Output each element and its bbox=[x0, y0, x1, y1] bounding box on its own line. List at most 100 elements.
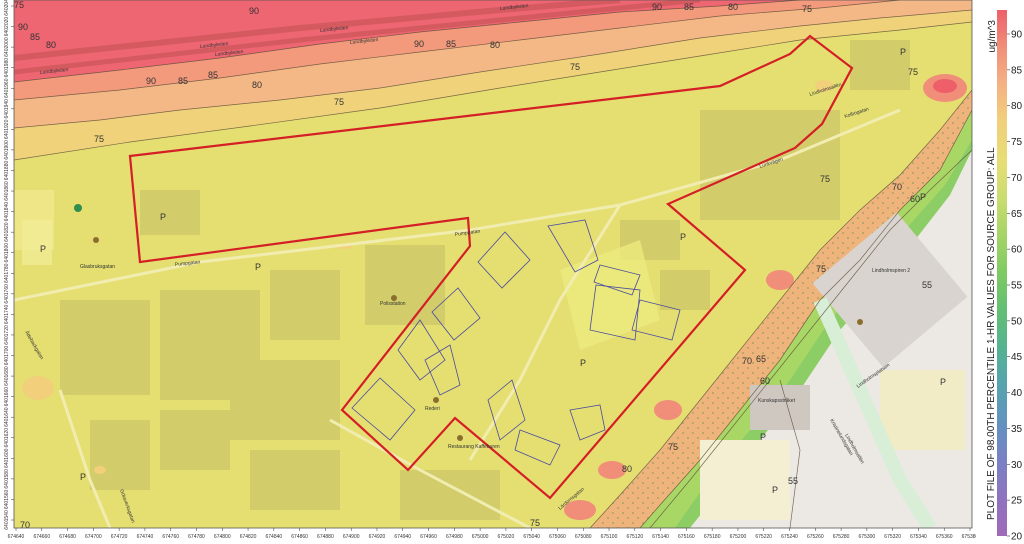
parking-marker: P bbox=[760, 432, 766, 442]
contour-label: 70 bbox=[892, 182, 902, 192]
x-tick-label: 674640 bbox=[8, 534, 25, 540]
contour-label: 80 bbox=[252, 80, 262, 90]
y-tick-label: 6401920 bbox=[4, 119, 10, 139]
x-tick-label: 674820 bbox=[240, 534, 257, 540]
poi-icon bbox=[433, 397, 439, 403]
x-tick-label: 675000 bbox=[472, 534, 489, 540]
legend-tick-label: 65 bbox=[1011, 209, 1023, 220]
legend-tick-label: 75 bbox=[1011, 137, 1023, 148]
y-tick-label: 6401960 bbox=[4, 78, 10, 98]
legend: ug/m^3 PLOT FILE OF 98.00TH PERCENTILE 1… bbox=[976, 0, 1024, 544]
poi-label: Lindholmspiren 2 bbox=[872, 268, 910, 274]
restaurant-icon bbox=[457, 435, 463, 441]
contour-label: 75 bbox=[820, 174, 830, 184]
y-tick-label: 6401800 bbox=[4, 243, 10, 263]
contour-label: 70 bbox=[742, 356, 752, 366]
y-tick-label: 6402020 bbox=[4, 17, 10, 37]
y-tick-label: 6401560 bbox=[4, 489, 10, 509]
legend-tick-label: 40 bbox=[1011, 388, 1023, 399]
x-tick-label: 674660 bbox=[33, 534, 50, 540]
legend-tick-label: 25 bbox=[1011, 496, 1023, 507]
hotspot bbox=[766, 270, 794, 290]
contour-label: 75 bbox=[570, 62, 580, 72]
legend-title: PLOT FILE OF 98.00TH PERCENTILE 1-HR VAL… bbox=[986, 147, 997, 520]
x-tick-label: 675220 bbox=[755, 534, 772, 540]
legend-tick-label: 20 bbox=[1011, 532, 1023, 543]
y-tick-label: 6401680 bbox=[4, 366, 10, 386]
parking-marker: P bbox=[80, 472, 86, 482]
x-tick-label: 675140 bbox=[652, 534, 669, 540]
y-tick-label: 6401740 bbox=[4, 304, 10, 324]
x-tick-label: 675120 bbox=[626, 534, 643, 540]
contour-label: 85 bbox=[208, 70, 218, 80]
y-tick-label: 6401580 bbox=[4, 469, 10, 489]
x-tick-label: 675020 bbox=[498, 534, 515, 540]
legend-tick-label: 35 bbox=[1011, 424, 1023, 435]
contour-label: 75 bbox=[668, 442, 678, 452]
contour-label: 75 bbox=[334, 97, 344, 107]
x-axis: 674640 674660 674680 674700 674720 674740 6747… bbox=[8, 528, 979, 540]
legend-tick-label: 85 bbox=[1011, 65, 1023, 76]
y-tick-label: 6401900 bbox=[4, 140, 10, 160]
contour-label: 75 bbox=[908, 67, 918, 77]
parking-marker: P bbox=[920, 192, 926, 202]
y-tick-label: 6401720 bbox=[4, 325, 10, 345]
contour-label: 90 bbox=[249, 6, 259, 16]
x-tick-label: 674900 bbox=[343, 534, 360, 540]
x-tick-label: 674880 bbox=[317, 534, 334, 540]
contour-label: 75 bbox=[802, 4, 812, 14]
restaurant-icon bbox=[857, 319, 863, 325]
x-tick-label: 675340 bbox=[910, 534, 927, 540]
y-tick-label: 6401780 bbox=[4, 263, 10, 283]
contour-label: 55 bbox=[922, 280, 932, 290]
x-tick-label: 674980 bbox=[446, 534, 463, 540]
parking-marker: P bbox=[680, 232, 686, 242]
y-tick-label: 6401940 bbox=[4, 99, 10, 119]
legend-tick-label: 55 bbox=[1011, 281, 1023, 292]
x-tick-label: 675160 bbox=[678, 534, 695, 540]
legend-tick-label: 50 bbox=[1011, 316, 1023, 327]
parking-marker: P bbox=[40, 244, 46, 254]
y-tick-label: 6401640 bbox=[4, 407, 10, 427]
y-tick-label: 6402000 bbox=[4, 37, 10, 57]
contour-label: 85 bbox=[684, 2, 694, 12]
x-tick-label: 674720 bbox=[111, 534, 128, 540]
x-tick-label: 674740 bbox=[137, 534, 154, 540]
x-tick-label: 675200 bbox=[730, 534, 747, 540]
legend-tick-label: 45 bbox=[1011, 352, 1023, 363]
hotspot bbox=[654, 400, 682, 420]
poi-label: Rederi bbox=[425, 406, 440, 412]
contour-label: 75 bbox=[816, 264, 826, 274]
parking-marker: P bbox=[900, 47, 906, 57]
hotspot bbox=[94, 466, 106, 474]
map-view[interactable]: P P P P P P P P P P P Lundbyleden Lundby… bbox=[0, 0, 1024, 544]
legend-color-bar bbox=[997, 10, 1007, 536]
contour-label: 75 bbox=[14, 0, 24, 10]
x-tick-label: 675240 bbox=[781, 534, 798, 540]
parking-marker: P bbox=[160, 212, 166, 222]
y-tick-label: 6401980 bbox=[4, 58, 10, 78]
contour-label: 65 bbox=[756, 354, 766, 364]
x-tick-label: 675260 bbox=[807, 534, 824, 540]
y-tick-label: 6401620 bbox=[4, 428, 10, 448]
parking-marker: P bbox=[580, 358, 586, 368]
park-area bbox=[880, 370, 965, 450]
x-tick-label: 674840 bbox=[265, 534, 282, 540]
y-tick-label: 6401840 bbox=[4, 202, 10, 222]
contour-label: 75 bbox=[94, 134, 104, 144]
contour-label: 90 bbox=[146, 76, 156, 86]
contour-label: 60 bbox=[910, 194, 920, 204]
poi-icon bbox=[93, 237, 99, 243]
y-tick-label: 6401860 bbox=[4, 181, 10, 201]
x-tick-label: 675360 bbox=[936, 534, 953, 540]
poi-label: Restaurang Kaffeburen bbox=[448, 444, 500, 450]
legend-tick-label: 60 bbox=[1011, 245, 1023, 256]
y-tick-label: 6401760 bbox=[4, 284, 10, 304]
parking-marker: P bbox=[772, 485, 778, 495]
poi-label: Kunskapsstråket bbox=[758, 397, 796, 404]
parking-marker: P bbox=[255, 262, 261, 272]
x-tick-label: 674860 bbox=[291, 534, 308, 540]
legend-tick-label: 90 bbox=[1011, 30, 1023, 41]
y-tick-label: 6401820 bbox=[4, 222, 10, 242]
building-kunskapsstraket bbox=[750, 385, 810, 430]
